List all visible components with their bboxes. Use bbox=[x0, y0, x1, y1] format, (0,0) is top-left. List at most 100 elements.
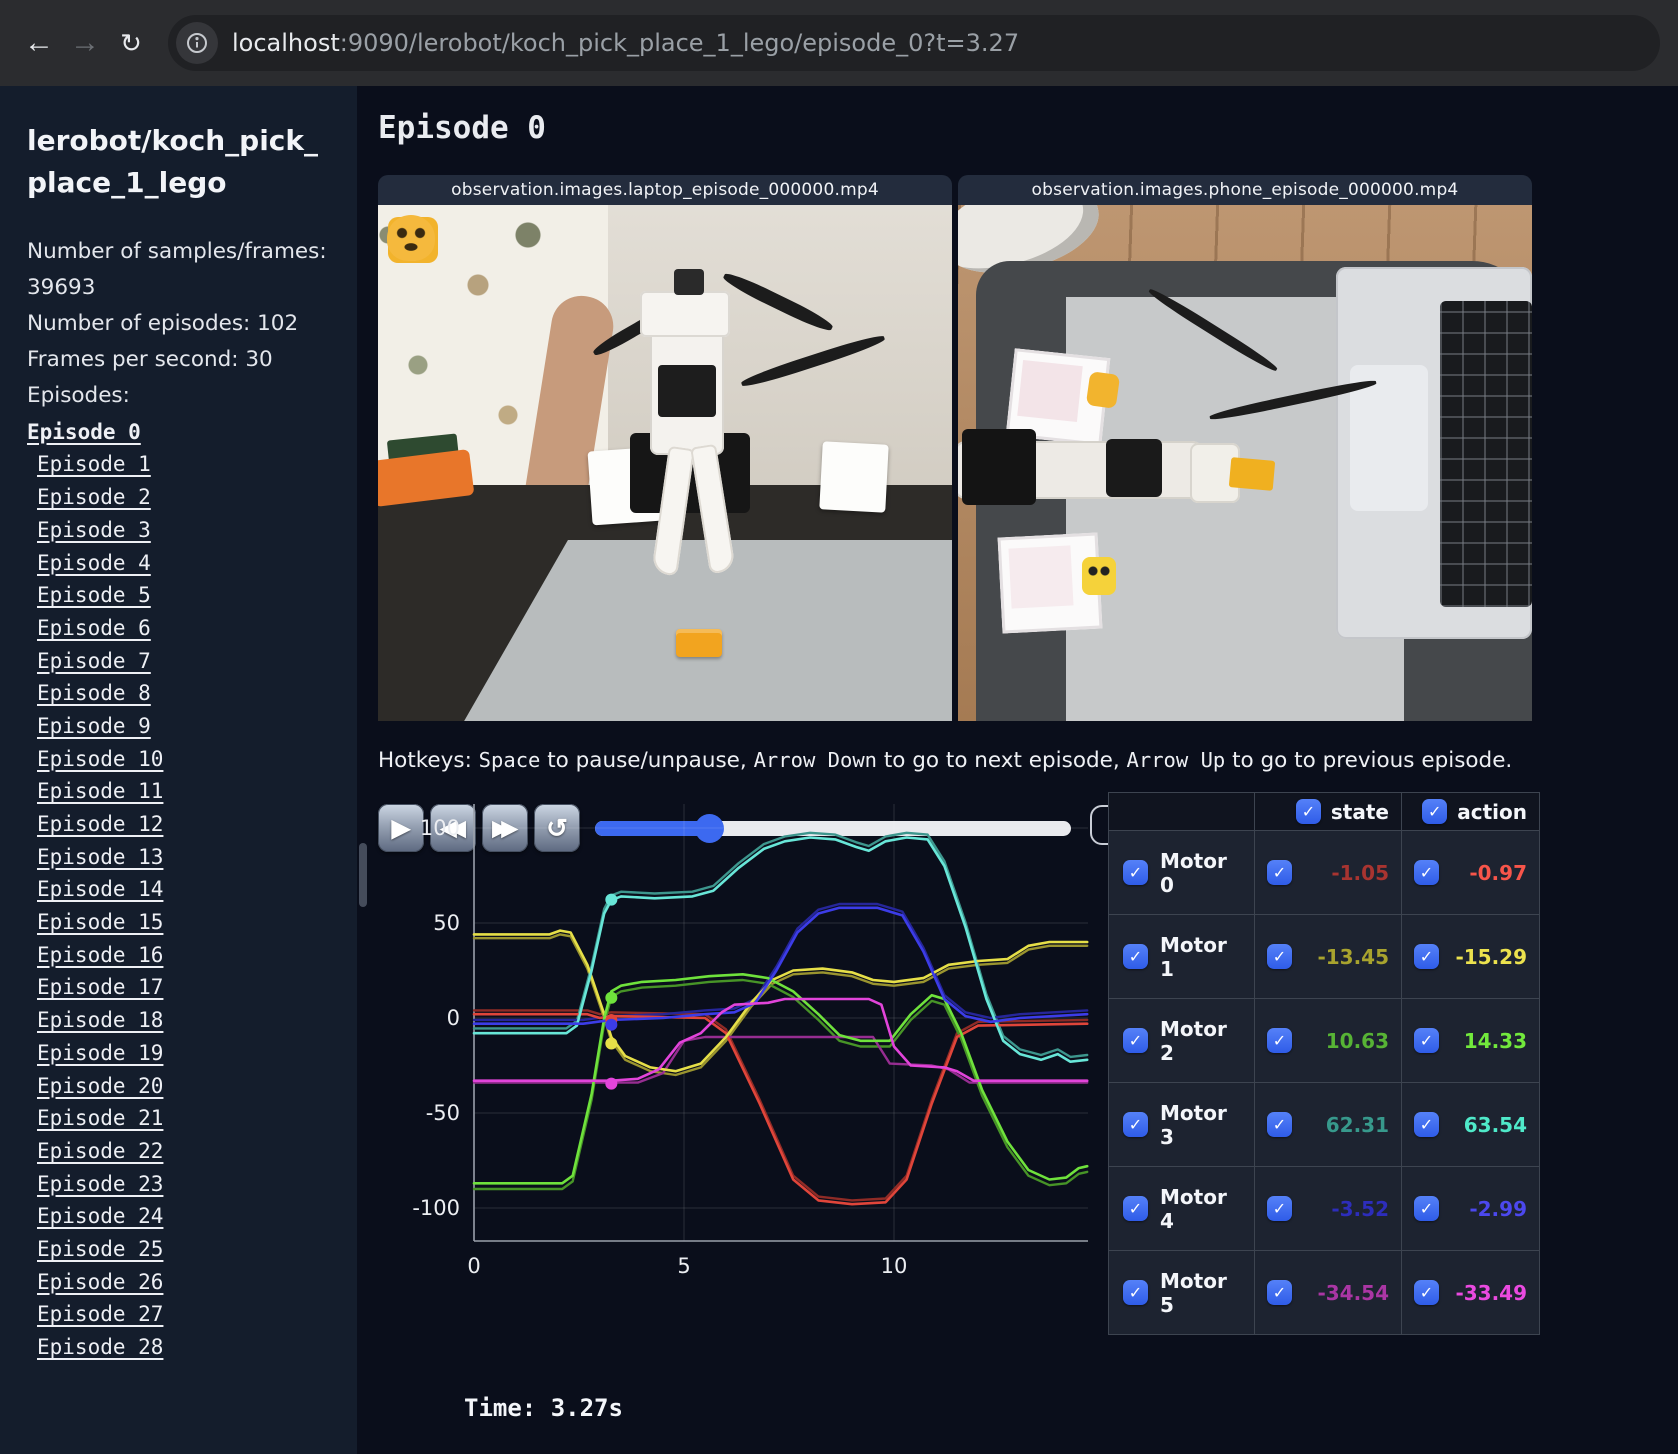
forward-icon[interactable]: → bbox=[62, 20, 108, 66]
state-checkbox[interactable]: ✓ bbox=[1267, 1280, 1292, 1305]
scrollbar-thumb[interactable] bbox=[359, 843, 367, 907]
episode-link[interactable]: Episode 8 bbox=[27, 681, 151, 705]
episode-link[interactable]: Episode 17 bbox=[27, 975, 163, 999]
episode-link[interactable]: Episode 13 bbox=[27, 845, 163, 869]
episode-list: Episode 0 Episode 1 Episode 2 Episode 3 Epis… bbox=[27, 415, 327, 1363]
episode-link[interactable]: Episode 16 bbox=[27, 943, 163, 967]
motor-row-checkbox[interactable]: ✓ bbox=[1123, 860, 1148, 885]
list-item: Episode 5 bbox=[27, 579, 327, 612]
list-item: Episode 26 bbox=[27, 1265, 327, 1298]
header-state: ✓ state bbox=[1254, 792, 1402, 831]
episode-link[interactable]: Episode 25 bbox=[27, 1237, 163, 1261]
motor-row-checkbox[interactable]: ✓ bbox=[1123, 1112, 1148, 1137]
back-icon[interactable]: ← bbox=[16, 20, 62, 66]
state-column-checkbox[interactable]: ✓ bbox=[1295, 799, 1321, 824]
robot-joint bbox=[962, 429, 1036, 505]
motor-label: Motor 5 bbox=[1160, 1268, 1227, 1317]
episode-link[interactable]: Episode 26 bbox=[27, 1270, 163, 1294]
episode-link[interactable]: Episode 3 bbox=[27, 518, 151, 542]
robot-motor bbox=[658, 365, 716, 417]
table-row: ✓ Motor 5 ✓ -34.54 ✓ -33.49 bbox=[1108, 1250, 1540, 1335]
state-checkbox[interactable]: ✓ bbox=[1267, 1028, 1292, 1053]
chart-time-label: Time: 3.27s bbox=[464, 1394, 623, 1422]
action-column-checkbox[interactable]: ✓ bbox=[1422, 799, 1448, 824]
episode-link[interactable]: Episode 6 bbox=[27, 616, 151, 640]
episode-link[interactable]: Episode 1 bbox=[27, 452, 151, 476]
reload-icon[interactable]: ↻ bbox=[108, 20, 154, 66]
motor-row-checkbox[interactable]: ✓ bbox=[1123, 1280, 1148, 1305]
smiley-card bbox=[819, 441, 889, 513]
episode-link[interactable]: Episode 19 bbox=[27, 1041, 163, 1065]
robot-camera bbox=[674, 269, 704, 295]
header-state-label: state bbox=[1330, 799, 1389, 824]
motor-row-checkbox[interactable]: ✓ bbox=[1123, 1028, 1148, 1053]
info-icon[interactable] bbox=[176, 22, 218, 64]
x-tick-label: 5 bbox=[677, 1254, 690, 1278]
episode-link[interactable]: Episode 9 bbox=[27, 714, 151, 738]
list-item: Episode 15 bbox=[27, 906, 327, 939]
motor-row-checkbox[interactable]: ✓ bbox=[1123, 944, 1148, 969]
action-checkbox[interactable]: ✓ bbox=[1414, 860, 1439, 885]
stat-episodes: Number of episodes: 102 bbox=[27, 310, 299, 336]
episode-link[interactable]: Episode 22 bbox=[27, 1139, 163, 1163]
chart-line-state bbox=[472, 1035, 1089, 1084]
list-item: Episode 28 bbox=[27, 1331, 327, 1364]
list-item: Episode 0 bbox=[27, 415, 327, 448]
episode-link[interactable]: Episode 21 bbox=[27, 1106, 163, 1130]
episode-link[interactable]: Episode 24 bbox=[27, 1204, 163, 1228]
episode-link[interactable]: Episode 27 bbox=[27, 1302, 163, 1326]
url-path: :9090/lerobot/koch_pick_place_1_lego/epi… bbox=[339, 29, 1020, 57]
episode-link[interactable]: Episode 20 bbox=[27, 1074, 163, 1098]
list-item: Episode 9 bbox=[27, 710, 327, 743]
episode-link[interactable]: Episode 15 bbox=[27, 910, 163, 934]
state-checkbox[interactable]: ✓ bbox=[1267, 860, 1292, 885]
episode-link[interactable]: Episode 10 bbox=[27, 747, 163, 771]
y-tick-label: 50 bbox=[433, 911, 460, 935]
chart-line-action bbox=[472, 906, 1089, 1025]
episode-link[interactable]: Episode 2 bbox=[27, 485, 151, 509]
list-item: Episode 2 bbox=[27, 481, 327, 514]
address-bar[interactable]: localhost:9090/lerobot/koch_pick_place_1… bbox=[168, 15, 1660, 71]
episode-link[interactable]: Episode 0 bbox=[27, 420, 141, 444]
action-value: -2.99 bbox=[1469, 1196, 1527, 1221]
action-checkbox[interactable]: ✓ bbox=[1414, 944, 1439, 969]
episode-link[interactable]: Episode 5 bbox=[27, 583, 151, 607]
state-value: 10.63 bbox=[1325, 1028, 1389, 1053]
chart-line-state bbox=[472, 1009, 1089, 1202]
action-checkbox[interactable]: ✓ bbox=[1414, 1196, 1439, 1221]
hotkeys-mid1: to pause/unpause, bbox=[540, 748, 754, 773]
hotkey-arrow-down: Arrow Down bbox=[753, 748, 877, 772]
hotkeys-suffix: to go to previous episode. bbox=[1225, 748, 1513, 773]
episode-link[interactable]: Episode 11 bbox=[27, 779, 163, 803]
motor-label: Motor 0 bbox=[1160, 848, 1227, 897]
x-tick-label: 10 bbox=[881, 1254, 908, 1278]
table-header-row: ✓ state ✓ action bbox=[1108, 792, 1540, 831]
hotkey-arrow-up: Arrow Up bbox=[1126, 748, 1226, 772]
state-checkbox[interactable]: ✓ bbox=[1267, 944, 1292, 969]
white-box-inside bbox=[1017, 360, 1083, 422]
episode-link[interactable]: Episode 28 bbox=[27, 1335, 163, 1359]
state-checkbox[interactable]: ✓ bbox=[1267, 1196, 1292, 1221]
episode-link[interactable]: Episode 23 bbox=[27, 1172, 163, 1196]
motor-row-checkbox[interactable]: ✓ bbox=[1123, 1196, 1148, 1221]
video-laptop bbox=[378, 205, 952, 721]
episode-link[interactable]: Episode 12 bbox=[27, 812, 163, 836]
episode-link[interactable]: Episode 14 bbox=[27, 877, 163, 901]
list-item: Episode 10 bbox=[27, 742, 327, 775]
stat-fps: Frames per second: 30 bbox=[27, 346, 273, 372]
list-item: Episode 6 bbox=[27, 612, 327, 645]
table-row: ✓ Motor 3 ✓ 62.31 ✓ 63.54 bbox=[1108, 1082, 1540, 1167]
time-cursor-dot bbox=[605, 1018, 618, 1031]
episode-link[interactable]: Episode 7 bbox=[27, 649, 151, 673]
table-row: ✓ Motor 0 ✓ -1.05 ✓ -0.97 bbox=[1108, 830, 1540, 915]
list-item: Episode 12 bbox=[27, 808, 327, 841]
episode-link[interactable]: Episode 4 bbox=[27, 551, 151, 575]
state-checkbox[interactable]: ✓ bbox=[1267, 1112, 1292, 1137]
list-item: Episode 16 bbox=[27, 938, 327, 971]
motor-label: Motor 1 bbox=[1160, 932, 1227, 981]
action-checkbox[interactable]: ✓ bbox=[1414, 1280, 1439, 1305]
action-checkbox[interactable]: ✓ bbox=[1414, 1028, 1439, 1053]
action-checkbox[interactable]: ✓ bbox=[1414, 1112, 1439, 1137]
episode-link[interactable]: Episode 18 bbox=[27, 1008, 163, 1032]
laptop-keyboard bbox=[1440, 301, 1532, 607]
